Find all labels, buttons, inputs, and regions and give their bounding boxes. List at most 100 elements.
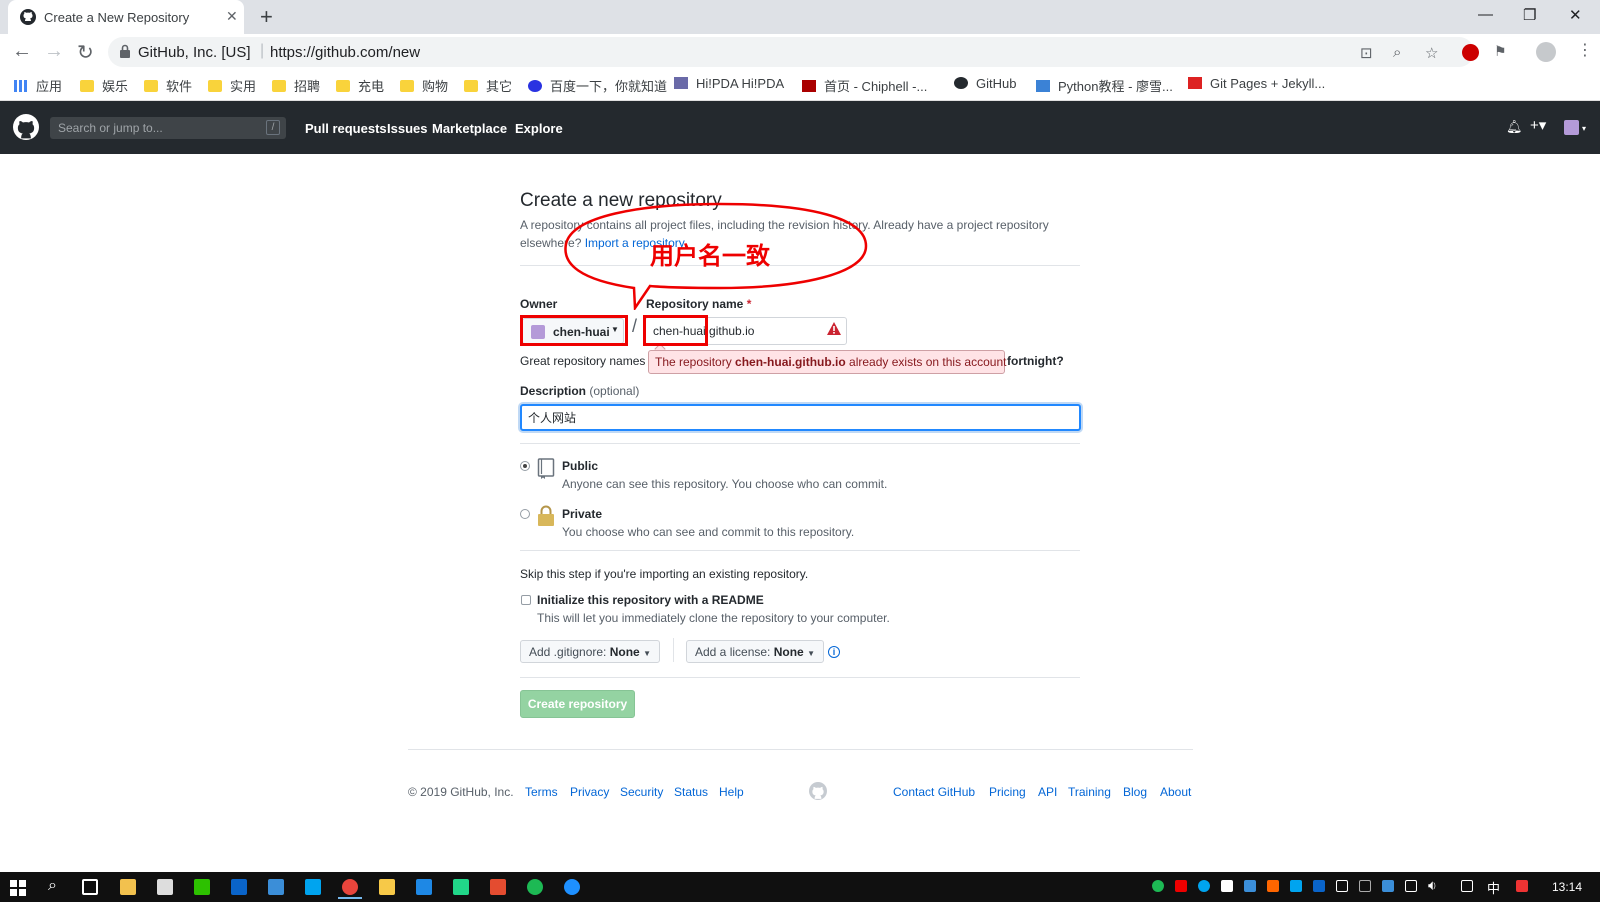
back-icon[interactable]: ← — [12, 40, 32, 63]
store-icon[interactable] — [157, 879, 173, 895]
task-view-icon[interactable] — [82, 879, 98, 895]
description-label: Description (optional) — [520, 384, 639, 398]
menu-kebab-icon[interactable]: ⋮ — [1577, 40, 1593, 60]
description-input[interactable] — [520, 404, 1081, 431]
zoom-icon[interactable]: ⌕ — [1393, 44, 1401, 61]
github-logo-icon[interactable] — [13, 114, 39, 140]
bookmark-folder[interactable]: 招聘 — [272, 76, 320, 94]
minimize-icon[interactable]: — — [1478, 6, 1493, 23]
tray-network-icon[interactable] — [1359, 880, 1371, 892]
translate-icon[interactable]: ⊡ — [1360, 44, 1373, 62]
url-text[interactable]: https://github.com/new — [270, 44, 420, 61]
app-icon[interactable] — [268, 879, 284, 895]
bookmark-baidu[interactable]: 百度一下，你就知道 — [528, 76, 667, 94]
tab-close-icon[interactable]: ✕ — [226, 8, 238, 25]
footer-link-pricing[interactable]: Pricing — [989, 785, 1026, 799]
folder-icon — [272, 80, 286, 92]
vscode-icon[interactable] — [416, 879, 432, 895]
gitignore-dropdown[interactable]: Add .gitignore: None ▼ — [520, 640, 660, 663]
footer-link-status[interactable]: Status — [674, 785, 708, 799]
nav-marketplace[interactable]: Marketplace — [432, 121, 507, 136]
tray-pdf-icon[interactable] — [1175, 880, 1187, 892]
license-dropdown[interactable]: Add a license: None ▼ — [686, 640, 824, 663]
file-explorer-icon[interactable] — [120, 879, 136, 895]
github-footer-logo-icon[interactable] — [809, 782, 827, 800]
bookmark-python[interactable]: Python教程 - 廖雪... — [1036, 76, 1173, 94]
tray-ime-icon[interactable] — [1267, 880, 1279, 892]
bookmark-folder[interactable]: 软件 — [144, 76, 192, 94]
bookmark-apps[interactable]: 应用 — [14, 76, 62, 94]
notifications-bell-icon[interactable]: 🔔︎ — [1506, 119, 1523, 135]
create-new-plus-icon[interactable]: +▾ — [1530, 116, 1546, 134]
tray-skype2-icon[interactable] — [1290, 880, 1302, 892]
footer-link-contact[interactable]: Contact GitHub — [893, 785, 975, 799]
avatar-caret-icon[interactable]: ▾ — [1582, 124, 1586, 133]
info-icon[interactable]: i — [828, 646, 840, 658]
bookmark-folder[interactable]: 实用 — [208, 76, 256, 94]
section-divider — [520, 550, 1080, 551]
tray-app-icon[interactable] — [1244, 880, 1256, 892]
public-radio[interactable] — [520, 461, 530, 471]
footer-link-security[interactable]: Security — [620, 785, 663, 799]
footer-link-training[interactable]: Training — [1068, 785, 1111, 799]
adblock-icon[interactable] — [1462, 44, 1479, 61]
footer-link-privacy[interactable]: Privacy — [570, 785, 609, 799]
tray-app-icon[interactable] — [1152, 880, 1164, 892]
bookmark-folder[interactable]: 购物 — [400, 76, 448, 94]
bookmark-folder[interactable]: 其它 — [464, 76, 512, 94]
tray-cloud-icon[interactable] — [1221, 880, 1233, 892]
bookmark-star-icon[interactable]: ☆ — [1425, 44, 1438, 62]
keyboard-icon[interactable] — [1336, 880, 1348, 892]
tray-outlook-icon[interactable] — [1313, 880, 1325, 892]
init-readme-checkbox[interactable] — [521, 595, 531, 605]
wifi-icon[interactable] — [1405, 880, 1417, 892]
nav-explore[interactable]: Explore — [515, 121, 563, 136]
address-bar[interactable]: GitHub, Inc. [US] | https://github.com/n… — [108, 37, 1474, 67]
ie-icon[interactable] — [564, 879, 580, 895]
wechat-icon[interactable] — [194, 879, 210, 895]
search-input[interactable]: Search or jump to... / — [50, 117, 286, 139]
taskbar-clock[interactable]: 13:14 — [1552, 880, 1582, 894]
owner-repo-separator: / — [632, 316, 638, 336]
window-close-icon[interactable]: ✕ — [1569, 6, 1582, 24]
outlook-icon[interactable] — [231, 879, 247, 895]
nav-pull-requests[interactable]: Pull requests — [305, 121, 387, 136]
bookmark-chiphell[interactable]: 首页 - Chiphell -... — [802, 76, 927, 94]
browser-tab[interactable]: Create a New Repository ✕ — [8, 0, 244, 34]
sogou-icon[interactable] — [1516, 880, 1528, 892]
profile-avatar[interactable] — [1536, 42, 1556, 62]
new-tab-button[interactable]: + — [260, 4, 273, 30]
private-radio[interactable] — [520, 509, 530, 519]
action-center-icon[interactable] — [1461, 880, 1473, 892]
footer-link-about[interactable]: About — [1160, 785, 1191, 799]
footer-link-help[interactable]: Help — [719, 785, 744, 799]
init-readme-description: This will let you immediately clone the … — [537, 611, 890, 625]
volume-icon[interactable]: 🔉︎ — [1428, 877, 1437, 894]
create-repository-button[interactable]: Create repository — [520, 690, 635, 718]
bookmark-hipda[interactable]: Hi!PDA Hi!PDA — [674, 76, 784, 94]
git-icon[interactable] — [490, 879, 506, 895]
bookmark-folder[interactable]: 充电 — [336, 76, 384, 94]
windows-start-icon[interactable] — [10, 880, 26, 896]
files-icon[interactable] — [379, 879, 395, 895]
user-avatar[interactable] — [1564, 120, 1579, 135]
bookmark-gitpages[interactable]: Git Pages + Jekyll... — [1188, 76, 1325, 94]
reload-icon[interactable]: ↻ — [77, 40, 94, 65]
ime-indicator[interactable]: 中 — [1487, 878, 1500, 897]
tray-app-icon[interactable] — [1382, 880, 1394, 892]
footer-link-blog[interactable]: Blog — [1123, 785, 1147, 799]
footer-link-api[interactable]: API — [1038, 785, 1057, 799]
forward-icon[interactable]: → — [44, 40, 64, 63]
skype-icon[interactable] — [305, 879, 321, 895]
bookmark-github[interactable]: GitHub — [954, 76, 1016, 94]
bookmark-folder[interactable]: 娱乐 — [80, 76, 128, 94]
restore-icon[interactable]: ❐ — [1523, 6, 1536, 24]
footer-link-terms[interactable]: Terms — [525, 785, 558, 799]
tray-skype-icon[interactable] — [1198, 880, 1210, 892]
app-green-icon[interactable] — [527, 879, 543, 895]
pycharm-icon[interactable] — [453, 879, 469, 895]
search-icon[interactable]: ⌕ — [48, 877, 57, 895]
chrome-icon[interactable] — [338, 879, 362, 899]
extension-flag-icon[interactable]: ⚑ — [1494, 43, 1507, 60]
nav-issues[interactable]: Issues — [387, 121, 427, 136]
